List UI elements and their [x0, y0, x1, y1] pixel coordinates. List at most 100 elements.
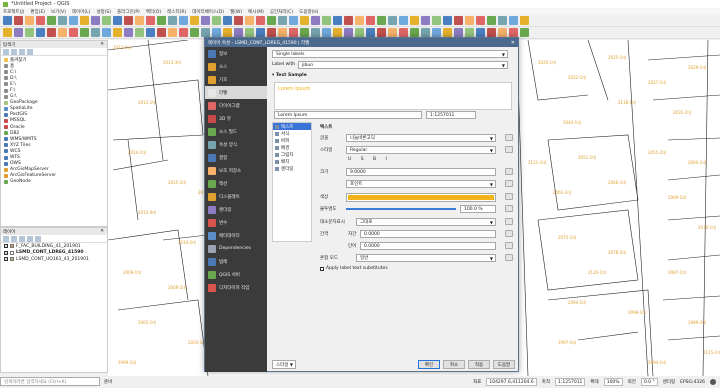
size-unit-select[interactable]: 포인트 ▼ — [346, 180, 496, 188]
toolbar-tool-icon[interactable] — [509, 16, 518, 25]
toolbar-tool-icon[interactable] — [498, 16, 507, 25]
toolbar-tool-icon[interactable] — [300, 16, 309, 25]
layer-item[interactable]: ✓ LSMD_CONT_UQ161_43_201901 — [1, 256, 107, 263]
toolbar-tool-icon[interactable] — [102, 28, 111, 37]
dialog-tab[interactable]: 기호 — [205, 73, 267, 86]
word-spacing-input[interactable]: 0.0000 — [360, 242, 496, 250]
toolbar-tool-icon[interactable] — [135, 28, 144, 37]
collapse-icon[interactable] — [19, 49, 25, 55]
toolbar-tool-icon[interactable] — [14, 16, 23, 25]
toolbar-tool-icon[interactable] — [377, 16, 386, 25]
label-subnav-item[interactable]: 버퍼 — [273, 137, 311, 144]
toolbar-tool-icon[interactable] — [146, 16, 155, 25]
toolbar-tool-icon[interactable] — [476, 16, 485, 25]
toolbar-tool-icon[interactable] — [102, 16, 111, 25]
toolbar-tool-icon[interactable] — [80, 16, 89, 25]
dialog-tab[interactable]: 범례 — [205, 255, 267, 268]
dialog-tab[interactable]: Dependencies — [205, 242, 267, 255]
toolbar-tool-icon[interactable] — [47, 28, 56, 37]
toolbar-tool-icon[interactable] — [69, 28, 78, 37]
toolbar-tool-icon[interactable] — [157, 16, 166, 25]
menu-item[interactable]: 웹(W) — [230, 9, 242, 15]
toolbar-tool-icon[interactable] — [179, 16, 188, 25]
menu-item[interactable]: 메시(M) — [248, 9, 264, 15]
toolbar-tool-icon[interactable] — [47, 16, 56, 25]
toolbar-tool-icon[interactable] — [25, 16, 34, 25]
render-checkbox-label[interactable]: 렌더링 — [663, 379, 675, 385]
toolbar-tool-icon[interactable] — [465, 28, 474, 37]
dialog-tab[interactable]: 다이어그램 — [205, 99, 267, 112]
toolbar-tool-icon[interactable] — [14, 28, 23, 37]
style-select[interactable]: Regular ▼ — [346, 146, 496, 154]
toolbar-tool-icon[interactable] — [377, 28, 386, 37]
close-icon[interactable]: ✕ — [100, 42, 104, 47]
menu-item[interactable]: 레이어(L) — [72, 9, 90, 15]
font-select[interactable]: 나눔바른고딕 ▼ — [346, 134, 496, 142]
toolbar-tool-icon[interactable] — [322, 28, 331, 37]
toolbar-tool-icon[interactable] — [113, 28, 122, 37]
toolbar-tool-icon[interactable] — [278, 28, 287, 37]
toolbar-tool-icon[interactable] — [212, 28, 221, 37]
crs-button[interactable]: EPSG:4326 — [680, 380, 705, 385]
toolbar-tool-icon[interactable] — [223, 28, 232, 37]
dialog-tab[interactable]: 소스 — [205, 60, 267, 73]
toolbar-tool-icon[interactable] — [487, 28, 496, 37]
toolbar-tool-icon[interactable] — [190, 28, 199, 37]
toolbar-tool-icon[interactable] — [443, 28, 452, 37]
toolbar-tool-icon[interactable] — [465, 16, 474, 25]
dialog-close-icon[interactable]: ✕ — [511, 40, 515, 46]
toolbar-tool-icon[interactable] — [366, 28, 375, 37]
toolbar-tool-icon[interactable] — [223, 16, 232, 25]
help-button[interactable]: 도움말 — [493, 360, 515, 369]
toolbar-tool-icon[interactable] — [124, 16, 133, 25]
menu-item[interactable]: 래스터(R) — [167, 9, 186, 15]
substitutes-checkbox[interactable] — [320, 266, 324, 271]
toolbar-tool-icon[interactable] — [443, 16, 452, 25]
remove-layer-icon[interactable] — [35, 236, 41, 242]
label-subnav-item[interactable]: 서식 — [273, 130, 311, 137]
toolbar-tool-icon[interactable] — [234, 28, 243, 37]
toolbar-tool-icon[interactable] — [25, 28, 34, 37]
toolbar-tool-icon[interactable] — [201, 16, 210, 25]
label-subnav-item[interactable]: 렌더링 — [273, 165, 311, 172]
menu-item[interactable]: 설정(S) — [96, 9, 111, 15]
toolbar-tool-icon[interactable] — [388, 16, 397, 25]
toolbar-tool-icon[interactable] — [454, 16, 463, 25]
toolbar-tool-icon[interactable] — [487, 16, 496, 25]
coordinate-readout[interactable]: 104297.6,411204.6 — [486, 378, 537, 386]
cancel-button[interactable]: 취소 — [443, 360, 465, 369]
toolbar-tool-icon[interactable] — [399, 16, 408, 25]
preview-scale-select[interactable]: 1:1257011 — [426, 111, 476, 119]
opacity-slider[interactable] — [346, 208, 456, 210]
menu-item[interactable]: 데이터베이스(D) — [192, 9, 224, 15]
locator-search-input[interactable]: 검색하려면 입력하세요 (Ctrl+K) — [0, 377, 100, 386]
properties-icon[interactable] — [27, 49, 33, 55]
data-defined-button[interactable] — [505, 230, 513, 237]
menu-item[interactable]: 벡터(O) — [146, 9, 161, 15]
toolbar-tool-icon[interactable] — [322, 16, 331, 25]
toolbar-tool-icon[interactable] — [344, 16, 353, 25]
toolbar-tool-icon[interactable] — [509, 28, 518, 37]
dialog-tab[interactable]: 3D 뷰 — [205, 112, 267, 125]
style-icon[interactable] — [3, 236, 9, 242]
toolbar-tool-icon[interactable] — [135, 16, 144, 25]
filter-icon[interactable] — [19, 236, 25, 242]
data-defined-button[interactable] — [505, 146, 513, 153]
toolbar-tool-icon[interactable] — [432, 28, 441, 37]
case-select[interactable]: 그대로 ▼ — [356, 218, 496, 226]
toolbar-tool-icon[interactable] — [355, 16, 364, 25]
apply-button[interactable]: 적용 — [468, 360, 490, 369]
toolbar-tool-icon[interactable] — [91, 16, 100, 25]
toolbar-tool-icon[interactable] — [410, 28, 419, 37]
browser-item[interactable]: GeoNode — [4, 179, 104, 185]
toolbar-tool-icon[interactable] — [168, 16, 177, 25]
text-color-button[interactable] — [346, 193, 496, 202]
label-mode-select[interactable]: Single labels ▼ — [272, 50, 508, 58]
toolbar-tool-icon[interactable] — [520, 16, 529, 25]
toolbar-tool-icon[interactable] — [300, 28, 309, 37]
toolbar-tool-icon[interactable] — [58, 28, 67, 37]
toolbar-tool-icon[interactable] — [421, 28, 430, 37]
letter-spacing-input[interactable]: 0.0000 — [360, 230, 496, 238]
toolbar-tool-icon[interactable] — [278, 16, 287, 25]
toolbar-tool-icon[interactable] — [311, 28, 320, 37]
